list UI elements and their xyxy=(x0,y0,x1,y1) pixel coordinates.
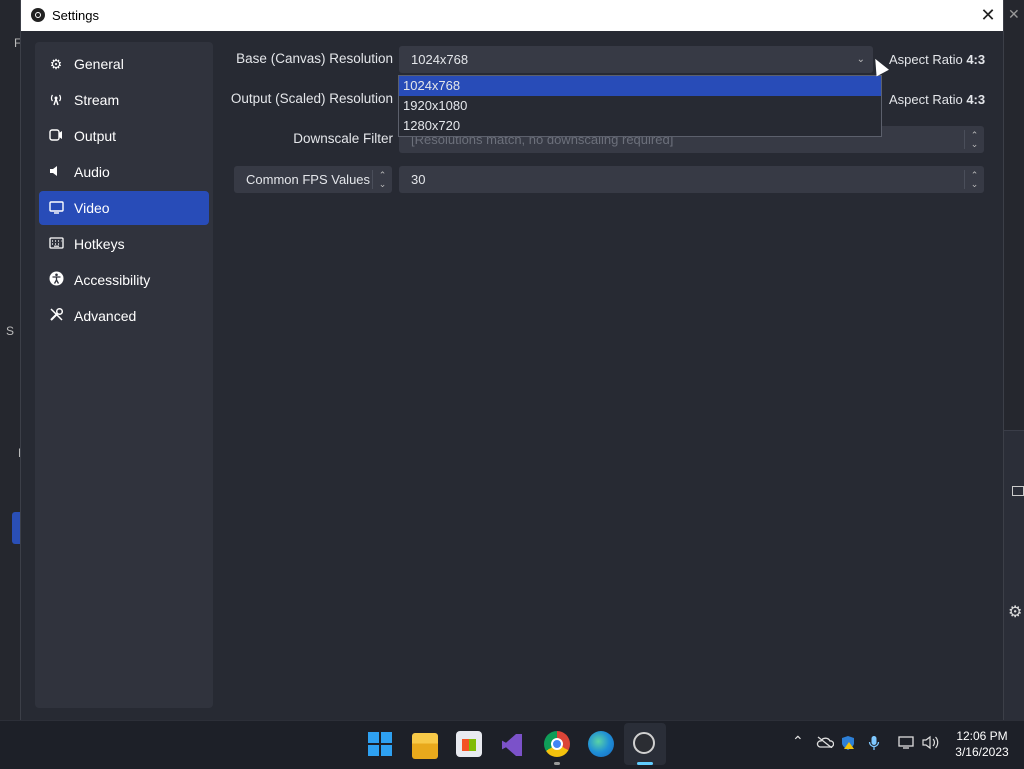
sidebar-item-video[interactable]: Video xyxy=(39,191,209,225)
antenna-icon xyxy=(47,92,65,109)
output-aspect-ratio: Aspect Ratio 4:3 xyxy=(889,92,986,107)
start-icon[interactable] xyxy=(368,732,394,758)
sidebar-item-advanced[interactable]: Advanced xyxy=(39,299,209,333)
bg-dock-panel xyxy=(1004,430,1024,721)
accessibility-icon xyxy=(47,271,65,289)
clock-date: 3/16/2023 xyxy=(955,745,1009,759)
output-icon xyxy=(47,128,65,145)
sidebar-item-accessibility[interactable]: Accessibility xyxy=(39,263,209,297)
updown-arrows-icon: ⌃ ⌄ xyxy=(964,130,984,149)
monitor-icon xyxy=(47,200,65,217)
downscale-filter-label: Downscale Filter xyxy=(293,131,393,146)
active-indicator xyxy=(637,762,653,765)
onedrive-icon[interactable] xyxy=(816,735,835,751)
sidebar-item-label: Video xyxy=(74,200,110,216)
base-aspect-ratio: Aspect Ratio 4:3 xyxy=(889,52,986,67)
fps-type-value: Common FPS Values xyxy=(246,172,371,187)
gear-icon: ⚙ xyxy=(49,55,63,72)
sidebar-item-output[interactable]: Output xyxy=(39,119,209,153)
settings-sidebar: ⚙ General Stream Output Audio Video Hotk… xyxy=(35,42,213,708)
sidebar-item-label: Stream xyxy=(74,92,120,108)
sidebar-item-general[interactable]: ⚙ General xyxy=(39,47,209,81)
security-icon[interactable] xyxy=(840,735,856,754)
sidebar-item-label: General xyxy=(74,56,124,72)
base-resolution-value: 1024x768 xyxy=(411,52,469,67)
visual-studio-icon[interactable] xyxy=(500,732,526,758)
obs-logo-icon xyxy=(31,8,45,22)
sidebar-item-label: Output xyxy=(74,128,117,144)
clock-time: 12:06 PM xyxy=(956,729,1008,743)
background-window-left: F S M S xyxy=(0,0,28,720)
chevron-up-icon[interactable]: ⌃ xyxy=(792,733,804,750)
microphone-icon[interactable] xyxy=(868,735,880,754)
microsoft-store-icon[interactable] xyxy=(456,731,482,757)
bg-close-icon[interactable]: ✕ xyxy=(1008,6,1020,23)
background-window-right: ✕ ⚙ xyxy=(1004,0,1024,721)
chevron-down-icon: ⌄ xyxy=(856,54,865,65)
fps-value: 30 xyxy=(411,172,426,187)
sidebar-item-label: Accessibility xyxy=(74,272,151,288)
running-indicator xyxy=(554,762,560,765)
edge-icon[interactable] xyxy=(588,731,614,757)
output-resolution-label: Output (Scaled) Resolution xyxy=(230,91,393,106)
sidebar-item-hotkeys[interactable]: Hotkeys xyxy=(39,227,209,261)
volume-icon[interactable] xyxy=(922,735,940,753)
fps-value-combo[interactable]: 30 ⌃ ⌄ xyxy=(399,166,984,193)
dropdown-option[interactable]: 1920x1080 xyxy=(399,96,881,116)
base-resolution-dropdown-list: 1024x768 1920x1080 1280x720 xyxy=(398,75,882,137)
title-bar: Settings ✕ xyxy=(21,0,1003,31)
sidebar-item-label: Advanced xyxy=(74,308,137,324)
video-settings-panel: Base (Canvas) Resolution 1024x768 ⌄ Aspe… xyxy=(231,42,991,712)
speaker-icon xyxy=(47,164,65,181)
updown-arrows-icon: ⌃ ⌄ xyxy=(964,170,984,189)
fps-type-combo[interactable]: Common FPS Values ⌃ ⌄ xyxy=(234,166,392,193)
obs-icon[interactable] xyxy=(632,731,658,757)
window-title: Settings xyxy=(52,8,99,23)
bg-gear-icon[interactable]: ⚙ xyxy=(1008,602,1022,622)
sidebar-item-audio[interactable]: Audio xyxy=(39,155,209,189)
base-resolution-label: Base (Canvas) Resolution xyxy=(236,51,393,66)
updown-arrows-icon: ⌃ ⌄ xyxy=(372,170,392,189)
keyboard-icon xyxy=(47,236,65,252)
file-explorer-icon[interactable] xyxy=(412,733,438,759)
display-icon[interactable] xyxy=(898,735,916,753)
dropdown-option[interactable]: 1024x768 xyxy=(399,76,881,96)
base-resolution-combo[interactable]: 1024x768 ⌄ xyxy=(399,46,873,73)
system-clock[interactable]: 12:06 PM 3/16/2023 xyxy=(952,728,1012,760)
dropdown-option[interactable]: 1280x720 xyxy=(399,116,881,136)
bg-popout-icon[interactable] xyxy=(1012,486,1024,496)
chrome-icon[interactable] xyxy=(544,731,570,757)
close-button[interactable]: ✕ xyxy=(973,0,1003,31)
sidebar-item-stream[interactable]: Stream xyxy=(39,83,209,117)
sidebar-item-label: Audio xyxy=(74,164,110,180)
bg-fragment: S xyxy=(6,324,15,338)
tools-icon xyxy=(47,307,65,325)
sidebar-item-label: Hotkeys xyxy=(74,236,125,252)
